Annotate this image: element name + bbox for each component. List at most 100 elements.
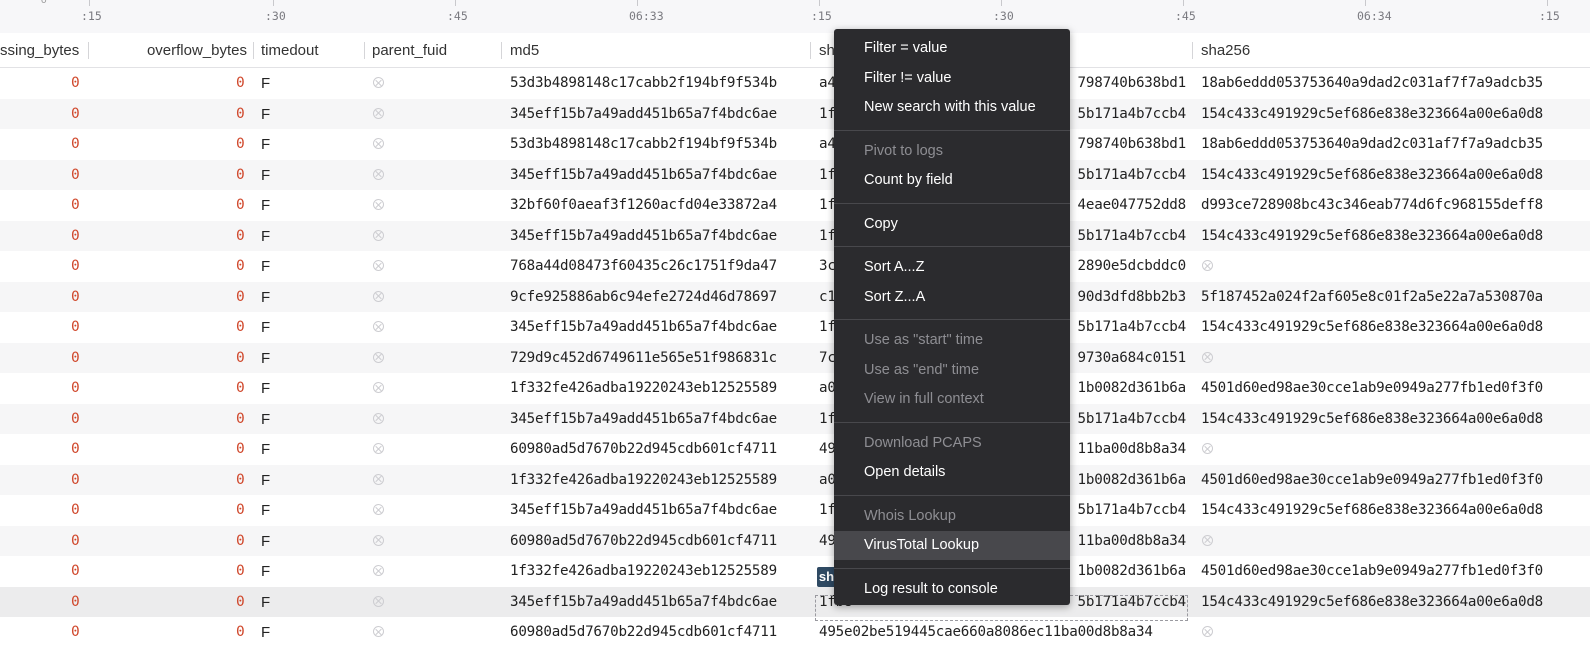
menu-item-virustotal-lookup[interactable]: VirusTotal Lookup [834,531,1070,560]
sha256-cell[interactable]: 4501d60ed98ae30cce1ab9e0949a277fb1ed0f3f… [1201,556,1590,586]
overflow-bytes-cell[interactable]: 0 [236,343,252,373]
sha1-cell-tail[interactable]: 5b171a4b7ccb4 [1061,99,1186,129]
null-value-icon[interactable] [1202,351,1213,363]
table-row[interactable]: 0 0 F 60980ad5d7670b22d945cdb601cf4711 49 11b… [0,525,1590,556]
menu-item-filter-value[interactable]: Filter = value [834,34,1070,63]
sha256-cell[interactable] [1201,617,1590,647]
md5-cell[interactable]: 1f332fe426adba19220243eb12525589 [510,373,805,403]
missing-bytes-cell[interactable]: 0 [71,190,87,220]
overflow-bytes-cell[interactable]: 0 [236,587,252,617]
null-value-icon[interactable] [373,107,384,119]
table-row[interactable]: 0 0 F 1f332fe426adba19220243eb12525589 a0 1b0… [0,464,1590,495]
sha256-cell[interactable] [1201,434,1590,464]
menu-item-count-by-field[interactable]: Count by field [834,166,1070,195]
overflow-bytes-cell[interactable]: 0 [236,129,252,159]
sha1-cell-tail[interactable]: 5b171a4b7ccb4 [1061,404,1186,434]
md5-cell[interactable]: 60980ad5d7670b22d945cdb601cf4711 [510,434,805,464]
sha256-cell[interactable]: 18ab6eddd053753640a9dad2c031af7f7a9adcb3… [1201,129,1590,159]
sha256-cell[interactable]: 4501d60ed98ae30cce1ab9e0949a277fb1ed0f3f… [1201,465,1590,495]
missing-bytes-cell[interactable]: 0 [71,99,87,129]
table-row[interactable]: 0 0 F 53d3b4898148c17cabb2f194bf9f534b a4 798… [0,129,1590,160]
null-value-icon[interactable] [373,534,384,546]
timedout-cell[interactable]: F [261,221,281,251]
timedout-cell[interactable]: F [261,404,281,434]
table-row[interactable]: 0 0 F 345eff15b7a49add451b65a7f4bdc6ae 1f 5b1… [0,98,1590,129]
overflow-bytes-cell[interactable]: 0 [236,282,252,312]
null-value-icon[interactable] [1202,626,1213,637]
md5-cell[interactable]: 53d3b4898148c17cabb2f194bf9f534b [510,68,805,98]
menu-item-new-search-with-this-value[interactable]: New search with this value [834,93,1070,122]
col-divider[interactable] [501,42,502,59]
md5-cell[interactable]: 345eff15b7a49add451b65a7f4bdc6ae [510,404,805,434]
null-value-icon[interactable] [373,321,384,332]
null-value-icon[interactable] [373,382,384,393]
col-divider[interactable] [810,42,811,59]
overflow-bytes-cell[interactable]: 0 [236,312,252,342]
null-value-icon[interactable] [1202,443,1213,454]
sha1-cell-tail[interactable]: 798740b638bd1 [1061,68,1186,98]
missing-bytes-cell[interactable]: 0 [71,465,87,495]
missing-bytes-cell[interactable]: 0 [71,556,87,586]
overflow-bytes-cell[interactable]: 0 [236,526,252,556]
missing-bytes-cell[interactable]: 0 [71,404,87,434]
overflow-bytes-cell[interactable]: 0 [236,190,252,220]
null-value-icon[interactable] [373,138,384,149]
col-divider[interactable] [88,42,89,59]
missing-bytes-cell[interactable]: 0 [71,68,87,98]
sha1-cell-tail[interactable]: 798740b638bd1 [1061,129,1186,159]
overflow-bytes-cell[interactable]: 0 [236,221,252,251]
sha1-cell-tail[interactable]: 90d3dfd8bb2b3 [1061,282,1186,312]
missing-bytes-cell[interactable]: 0 [71,312,87,342]
timedout-cell[interactable]: F [261,556,281,586]
timedout-cell[interactable]: F [261,68,281,98]
null-value-icon[interactable] [373,168,384,180]
missing-bytes-cell[interactable]: 0 [71,160,87,190]
sha256-cell[interactable] [1201,526,1590,556]
missing-bytes-cell[interactable]: 0 [71,373,87,403]
missing-bytes-cell[interactable]: 0 [71,129,87,159]
timedout-cell[interactable]: F [261,526,281,556]
overflow-bytes-cell[interactable]: 0 [236,617,252,647]
sha256-cell[interactable]: 154c433c491929c5ef686e838e323664a00e6a0d… [1201,587,1590,617]
table-row[interactable]: 0 0 F 729d9c452d6749611e565e51f986831c 7c 973… [0,342,1590,373]
sha256-cell[interactable]: 18ab6eddd053753640a9dad2c031af7f7a9adcb3… [1201,68,1590,98]
null-value-icon[interactable] [373,565,384,576]
table-row[interactable]: 0 0 F 345eff15b7a49add451b65a7f4bdc6ae 1f 5b1… [0,495,1590,526]
sha1-cell-tail[interactable]: 9730a684c0151 [1061,343,1186,373]
md5-cell[interactable]: 345eff15b7a49add451b65a7f4bdc6ae [510,312,805,342]
sha1-cell-tail[interactable]: 5b171a4b7ccb4 [1061,221,1186,251]
col-md5[interactable]: md5 [510,33,800,67]
null-value-icon[interactable] [373,626,384,637]
overflow-bytes-cell[interactable]: 0 [236,251,252,281]
menu-item-sort-z-a[interactable]: Sort Z...A [834,283,1070,312]
null-value-icon[interactable] [373,473,384,485]
timedout-cell[interactable]: F [261,434,281,464]
timedout-cell[interactable]: F [261,465,281,495]
timedout-cell[interactable]: F [261,99,281,129]
md5-cell[interactable]: 768a44d08473f60435c26c1751f9da47 [510,251,805,281]
overflow-bytes-cell[interactable]: 0 [236,160,252,190]
col-divider[interactable] [364,42,365,59]
null-value-icon[interactable] [373,443,384,454]
sha1-cell-tail[interactable]: 4eae047752dd8 [1061,190,1186,220]
overflow-bytes-cell[interactable]: 0 [236,556,252,586]
missing-bytes-cell[interactable]: 0 [71,282,87,312]
md5-cell[interactable]: 32bf60f0aeaf3f1260acfd04e33872a4 [510,190,805,220]
md5-cell[interactable]: 345eff15b7a49add451b65a7f4bdc6ae [510,495,805,525]
sha256-cell[interactable]: d993ce728908bc43c346eab774d6fc968155deff… [1201,190,1590,220]
null-value-icon[interactable] [1202,534,1213,546]
menu-item-copy[interactable]: Copy [834,210,1070,239]
col-timedout[interactable]: timedout [261,33,356,67]
null-value-icon[interactable] [1202,260,1213,271]
null-value-icon[interactable] [373,199,384,210]
table-row[interactable]: 0 0 F 1f332fe426adba19220243eb12525589 1b008… [0,556,1590,587]
sha256-cell[interactable] [1201,343,1590,373]
sha1-cell[interactable]: 495e02be519445cae660a8086ec11ba00d8b8a34 [819,617,1199,647]
sha1-cell-tail[interactable]: 5b171a4b7ccb4 [1061,160,1186,190]
sha1-cell-tail[interactable]: 1b0082d361b6a [1061,373,1186,403]
md5-cell[interactable]: 60980ad5d7670b22d945cdb601cf4711 [510,617,805,647]
table-row[interactable]: 0 0 F 53d3b4898148c17cabb2f194bf9f534b a4 798… [0,68,1590,99]
md5-cell[interactable]: 729d9c452d6749611e565e51f986831c [510,343,805,373]
md5-cell[interactable]: 53d3b4898148c17cabb2f194bf9f534b [510,129,805,159]
md5-cell[interactable]: 345eff15b7a49add451b65a7f4bdc6ae [510,221,805,251]
